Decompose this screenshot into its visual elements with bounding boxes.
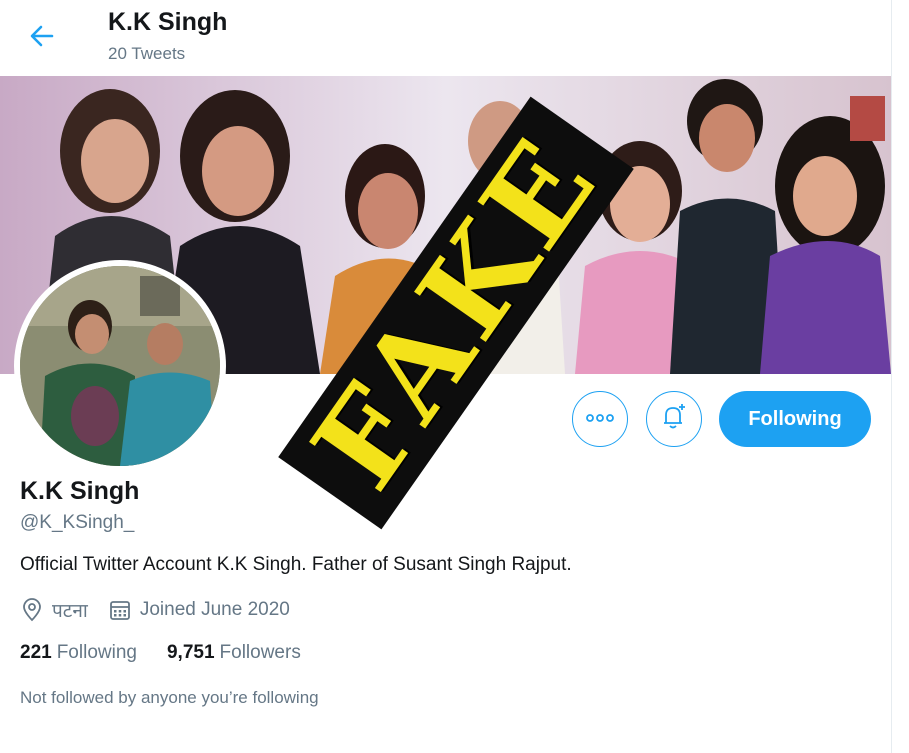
header-title: K.K Singh xyxy=(108,8,228,36)
followers-link[interactable]: 9,751 Followers xyxy=(167,642,301,664)
profile-handle: @K_KSingh_ xyxy=(20,512,135,533)
following-link[interactable]: 221 Following xyxy=(20,642,137,664)
profile-bio: Official Twitter Account K.K Singh. Fath… xyxy=(20,554,572,575)
profile-meta: पटना Joined June 2020 xyxy=(20,597,290,623)
avatar[interactable] xyxy=(14,260,226,472)
profile-stats: 221 Following 9,751 Followers xyxy=(20,642,301,664)
followed-by-note: Not followed by anyone you’re following xyxy=(20,688,319,707)
profile-name: K.K Singh xyxy=(20,477,140,505)
calendar-icon xyxy=(108,598,132,622)
more-dots-icon xyxy=(585,410,615,428)
following-button[interactable]: Following xyxy=(719,391,871,447)
followers-count: 9,751 xyxy=(166,642,215,663)
notify-button[interactable] xyxy=(646,391,702,447)
bell-plus-icon xyxy=(659,402,689,437)
avatar-photo xyxy=(20,266,220,466)
profile-joined: Joined June 2020 xyxy=(139,599,290,620)
column-border xyxy=(891,0,892,753)
following-count: 221 xyxy=(20,642,52,663)
profile-location: पटना xyxy=(52,601,88,622)
location-icon xyxy=(20,598,44,622)
followers-label: Followers xyxy=(219,642,301,663)
arrow-left-icon[interactable] xyxy=(26,20,58,52)
tweet-count: 20 Tweets xyxy=(108,44,186,63)
following-label: Following xyxy=(56,642,137,663)
more-button[interactable] xyxy=(572,391,628,447)
